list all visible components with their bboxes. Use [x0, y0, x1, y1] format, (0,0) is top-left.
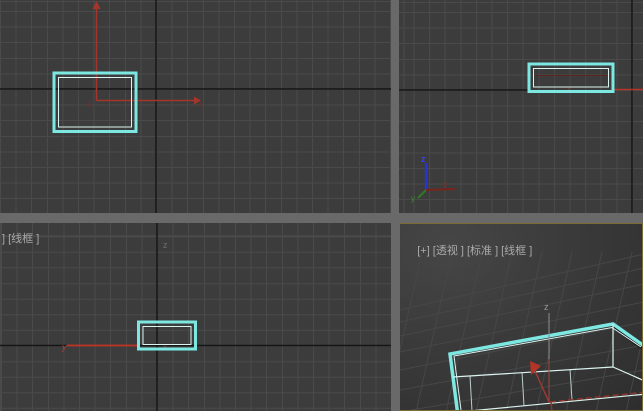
- axis-tripod: z x: [87, 1, 203, 109]
- viewport-top-left-overlay: z x: [0, 0, 391, 213]
- viewport-menus: [+][透视 ][标准 ][线框 ]: [405, 230, 535, 270]
- tripod-z-label: z: [87, 99, 91, 108]
- viewport-top-left[interactable]: z x: [0, 0, 391, 213]
- viewport-perspective[interactable]: [+][透视 ][标准 ][线框 ]: [399, 223, 643, 411]
- home-grid: [400, 252, 642, 410]
- box-edge-shadow: [614, 327, 642, 351]
- tripod-y-axis-line: [418, 190, 426, 198]
- world-axis-tripod-icon: z y x: [411, 154, 456, 203]
- viewport-shading-menu[interactable]: ] [线框 ]: [2, 230, 39, 246]
- tripod-x-axis-line: [426, 189, 456, 190]
- rectangle-shape[interactable]: [54, 73, 136, 132]
- viewport-pov-menu[interactable]: [透视 ]: [433, 245, 464, 257]
- rectangle-wireframe: [59, 78, 132, 128]
- viewport-top-right[interactable]: x z y x: [399, 0, 643, 213]
- tripod-y-arrowhead-icon: [93, 1, 101, 9]
- tripod-y-label: y: [411, 194, 415, 203]
- viewport-general-menu[interactable]: [+]: [417, 245, 430, 257]
- rectangle-wireframe: [143, 327, 191, 345]
- rectangle-shape[interactable]: [529, 64, 613, 92]
- world-z-label: z: [163, 240, 168, 250]
- viewport-shading-menu[interactable]: [线框 ]: [501, 245, 532, 257]
- tripod-z-label: z: [544, 302, 549, 312]
- tripod-x-label: x: [443, 180, 447, 189]
- viewport-bottom-left[interactable]: ] [线框 ] z y x: [0, 223, 391, 411]
- viewport-renderer-menu[interactable]: [标准 ]: [467, 245, 498, 257]
- viewport-bottom-left-overlay: z y x: [0, 223, 391, 411]
- tripod-y-label: y: [61, 342, 67, 352]
- tripod-stub-line: [551, 402, 552, 410]
- rectangle-wireframe: [534, 69, 609, 88]
- rectangle-shape[interactable]: [139, 322, 196, 349]
- tripod-x-label: x: [199, 100, 203, 109]
- viewport-top-right-overlay: x z y x: [399, 0, 643, 213]
- tripod-z-label: z: [421, 154, 426, 164]
- rectangle-selection-outline[interactable]: [54, 73, 136, 132]
